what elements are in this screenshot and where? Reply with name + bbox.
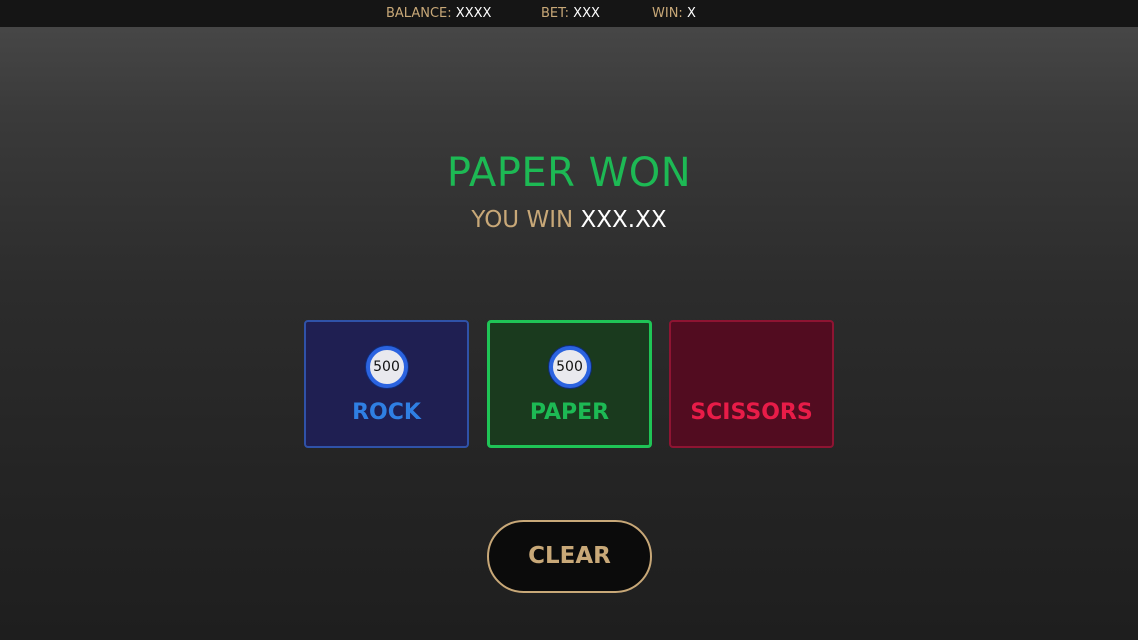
win-message-label: YOU WIN (471, 207, 574, 233)
rock-chip: 500 (365, 346, 408, 388)
scissors-bet-button[interactable]: SCISSORS (669, 320, 834, 448)
win-value: X (686, 6, 696, 21)
clear-button[interactable]: CLEAR (487, 520, 652, 593)
scissors-label: SCISSORS (690, 400, 813, 425)
status-bar: BALANCE: XXXX BET: XXX WIN: X (0, 0, 1138, 27)
paper-bet-button[interactable]: 500 PAPER (487, 320, 652, 448)
win-amount: XXX.XX (580, 207, 667, 233)
balance-value: XXXX (455, 6, 492, 21)
win-display: WIN: X (652, 6, 696, 22)
result-title: PAPER WON (446, 150, 692, 196)
bet-value: XXX (573, 6, 600, 21)
balance-display: BALANCE: XXXX (386, 6, 491, 22)
rock-label: ROCK (352, 400, 421, 425)
win-message: YOU WIN XXX.XX (0, 206, 1138, 234)
bet-label: BET: (541, 6, 570, 21)
paper-label: PAPER (529, 400, 610, 425)
balance-label: BALANCE: (386, 6, 452, 21)
win-label: WIN: (652, 6, 683, 21)
paper-chip: 500 (548, 346, 591, 388)
rock-bet-button[interactable]: 500 ROCK (304, 320, 469, 448)
bet-display: BET: XXX (541, 6, 600, 22)
